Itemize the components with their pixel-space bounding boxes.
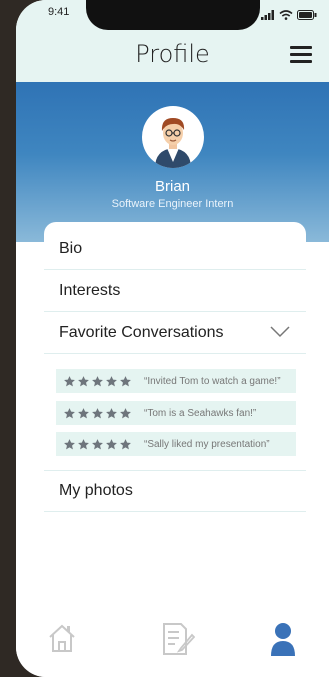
conversation-quote: “Sally liked my presentation” — [144, 438, 270, 450]
profile-card: Bio Interests Favorite Conversations “In… — [44, 222, 306, 607]
chevron-down-icon[interactable] — [270, 326, 290, 338]
page-title: Profile — [135, 40, 210, 68]
bottom-nav — [16, 610, 329, 677]
signal-icon — [261, 10, 274, 20]
star-icon — [120, 375, 131, 386]
profile-role: Software Engineer Intern — [111, 198, 234, 210]
star-icon — [106, 407, 117, 418]
star-icon — [120, 407, 131, 418]
rating-stars — [63, 407, 132, 420]
rating-stars — [63, 438, 132, 451]
phone-screen: 9:41 Profile Brian Software Engineer Int… — [16, 0, 329, 677]
menu-icon[interactable] — [290, 46, 312, 64]
star-icon — [120, 438, 131, 449]
section-favorite-conversations-label: Favorite Conversations — [59, 323, 224, 341]
avatar[interactable] — [142, 106, 204, 168]
conversation-item[interactable]: “Tom is a Seahawks fan!” — [56, 401, 296, 425]
battery-icon — [297, 10, 317, 20]
star-icon — [64, 438, 75, 449]
profile-header: Brian Software Engineer Intern — [16, 82, 329, 242]
star-icon — [64, 407, 75, 418]
star-icon — [92, 375, 103, 386]
top-bar: 9:41 Profile — [16, 0, 329, 82]
star-icon — [106, 375, 117, 386]
section-my-photos-label: My photos — [59, 482, 133, 499]
home-icon[interactable] — [47, 622, 77, 654]
conversation-item[interactable]: “Sally liked my presentation” — [56, 432, 296, 456]
star-icon — [64, 375, 75, 386]
profile-name: Brian — [154, 178, 191, 195]
conversation-quote: “Invited Tom to watch a game!” — [144, 375, 281, 387]
device-notch — [86, 0, 260, 30]
star-icon — [106, 438, 117, 449]
section-bio[interactable]: Bio — [44, 228, 306, 270]
section-my-photos[interactable]: My photos — [44, 470, 306, 512]
section-interests-label: Interests — [59, 281, 121, 299]
star-icon — [92, 407, 103, 418]
conversation-item[interactable]: “Invited Tom to watch a game!” — [56, 369, 296, 393]
status-icons — [261, 10, 317, 20]
star-icon — [92, 438, 103, 449]
notes-icon[interactable] — [161, 622, 195, 656]
section-favorite-conversations[interactable]: Favorite Conversations — [44, 312, 306, 354]
section-bio-label: Bio — [59, 239, 83, 257]
star-icon — [78, 375, 89, 386]
rating-stars — [63, 375, 132, 388]
conversation-quote: “Tom is a Seahawks fan!” — [144, 407, 257, 419]
status-time: 9:41 — [48, 6, 70, 18]
user-avatar-icon — [155, 118, 191, 168]
section-interests[interactable]: Interests — [44, 270, 306, 312]
wifi-icon — [279, 10, 293, 20]
star-icon — [78, 407, 89, 418]
profile-icon[interactable] — [270, 622, 296, 656]
star-icon — [78, 438, 89, 449]
